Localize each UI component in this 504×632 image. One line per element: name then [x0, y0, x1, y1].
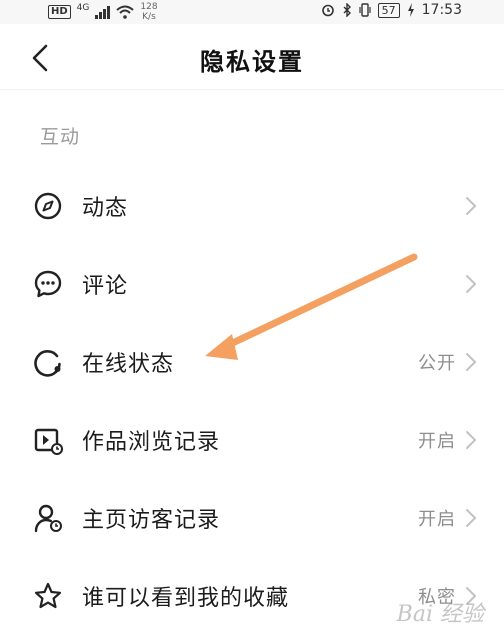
charging-icon — [407, 3, 414, 17]
setting-label: 动态 — [82, 196, 129, 221]
setting-row-visitor-history[interactable]: 主页访客记录 开启 — [0, 482, 504, 552]
chevron-right-icon — [466, 275, 477, 293]
page-title: 隐私设置 — [200, 48, 304, 76]
network-speed-value: 128 — [140, 2, 158, 12]
online-status-icon — [34, 350, 61, 377]
comment-icon — [34, 270, 62, 298]
visitor-history-icon — [34, 504, 62, 533]
status-right: 57 17:53 — [321, 2, 462, 18]
chevron-right-icon — [466, 431, 477, 449]
setting-row-comments[interactable]: 评论 — [0, 248, 504, 318]
setting-row-moments[interactable]: 动态 — [0, 170, 504, 240]
status-left: HD 4G 128 K/s — [48, 2, 158, 22]
setting-label: 作品浏览记录 — [82, 430, 221, 455]
status-time: 17:53 — [421, 2, 462, 18]
setting-value: 开启 — [418, 509, 456, 530]
setting-row-online-status[interactable]: 在线状态 公开 — [0, 326, 504, 396]
star-icon — [34, 582, 62, 609]
setting-label: 在线状态 — [82, 352, 175, 377]
signal-icon — [95, 5, 111, 19]
setting-label: 主页访客记录 — [82, 508, 221, 533]
setting-value: 公开 — [418, 353, 456, 374]
bluetooth-icon — [343, 3, 351, 17]
setting-value: 开启 — [418, 431, 456, 452]
vibrate-icon — [359, 3, 371, 17]
network-type: 4G — [76, 3, 90, 13]
hd-badge: HD — [48, 5, 71, 19]
battery-icon: 57 — [377, 2, 400, 18]
status-bar: HD 4G 128 K/s 57 17:53 — [0, 0, 504, 24]
network-speed: 128 K/s — [140, 2, 157, 22]
alarm-icon — [321, 4, 334, 17]
watermark: Bai 经验 — [396, 602, 484, 627]
chevron-right-icon — [466, 509, 477, 527]
chevron-right-icon — [466, 353, 477, 371]
setting-row-works-history[interactable]: 作品浏览记录 开启 — [0, 404, 504, 474]
network-speed-unit: K/s — [142, 12, 156, 22]
wifi-icon — [116, 5, 135, 19]
section-title: 互动 — [40, 126, 81, 148]
video-history-icon — [34, 428, 63, 455]
header-divider — [0, 89, 504, 90]
header: 隐私设置 — [0, 24, 504, 90]
chevron-right-icon — [466, 197, 477, 215]
setting-label: 谁可以看到我的收藏 — [82, 586, 290, 611]
setting-label: 评论 — [82, 274, 129, 299]
compass-icon — [34, 192, 62, 220]
